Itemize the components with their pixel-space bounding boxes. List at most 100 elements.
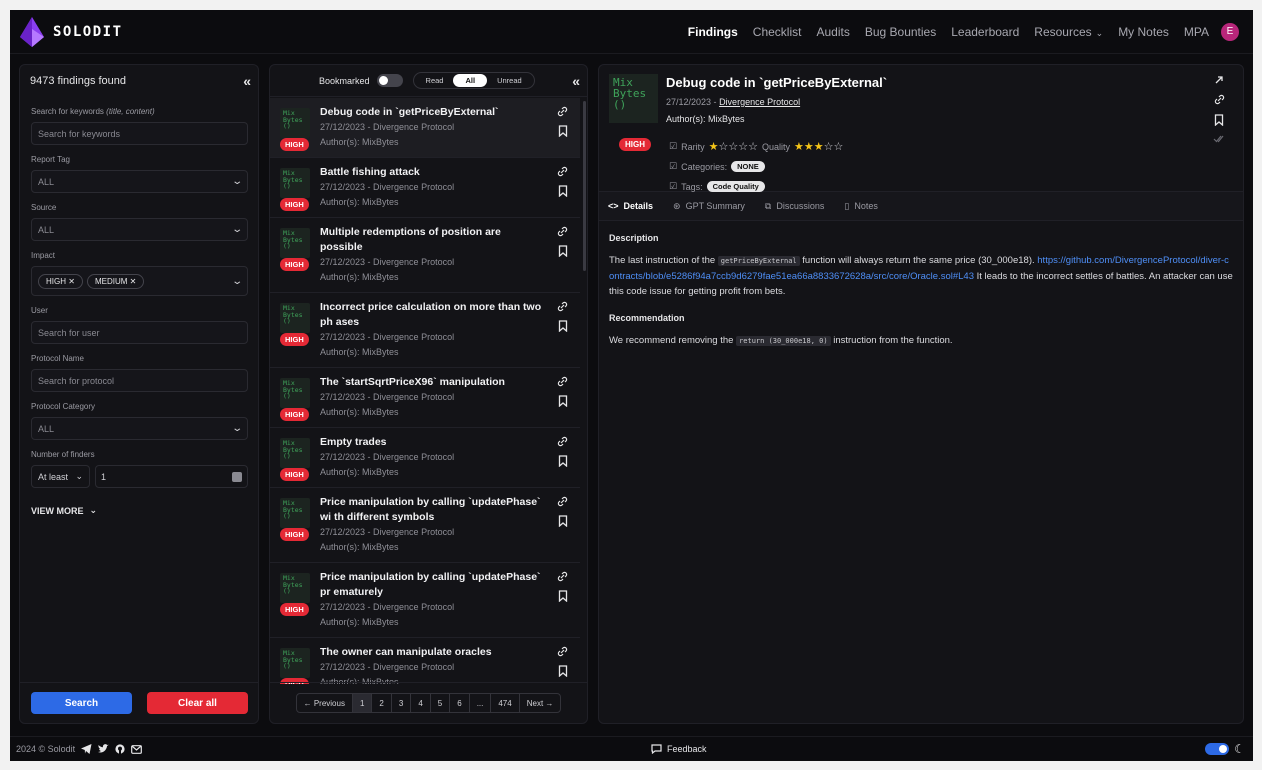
view-more-button[interactable]: VIEW MORE ⌄ (20, 505, 258, 516)
source-select[interactable]: ALL ⌄ (31, 218, 248, 241)
bookmark-icon[interactable] (558, 395, 568, 407)
finding-date: 27/12/2023 - Divergence Protocol (320, 122, 455, 132)
link-icon[interactable] (557, 106, 568, 117)
bookmark-icon[interactable] (558, 245, 568, 257)
finding-author: Author(s): MixBytes (320, 347, 399, 357)
link-icon[interactable] (557, 166, 568, 177)
bookmark-icon[interactable] (558, 515, 568, 527)
edit-icon[interactable]: ☑ (669, 141, 677, 152)
bookmark-icon[interactable] (558, 590, 568, 602)
tags-label: Tags: (681, 181, 703, 192)
user-input[interactable]: Search for user (31, 321, 248, 344)
finders-input[interactable]: 1 (95, 465, 248, 488)
page-5-button[interactable]: 5 (431, 694, 451, 712)
nav-mpa[interactable]: MPA (1184, 25, 1209, 39)
tab-gpt-summary[interactable]: ⊛ GPT Summary (673, 201, 745, 212)
finders-mode-select[interactable]: At least ⌄ (31, 465, 90, 488)
link-icon[interactable] (557, 376, 568, 387)
notes-icon: ▯ (844, 200, 850, 211)
stepper-icon[interactable] (232, 471, 242, 482)
bookmarked-toggle[interactable] (376, 74, 403, 87)
nav-leaderboard[interactable]: Leaderboard (951, 25, 1019, 39)
mail-icon[interactable] (131, 744, 143, 754)
nav-resources[interactable]: Resources ⌄ (1034, 25, 1103, 39)
description-pre: The last instruction of the (609, 255, 716, 266)
page-474-button[interactable]: 474 (491, 694, 520, 712)
bookmark-icon[interactable] (558, 125, 568, 137)
page-4-button[interactable]: 4 (411, 694, 431, 712)
github-icon[interactable] (115, 744, 125, 754)
edit-icon[interactable]: ☑ (669, 181, 677, 192)
collapse-left-icon[interactable]: « (243, 73, 251, 89)
bookmark-icon[interactable] (1214, 114, 1224, 126)
telegram-icon[interactable] (81, 744, 92, 754)
collapse-list-icon[interactable]: « (572, 73, 580, 89)
list-scrollbar[interactable] (583, 101, 586, 271)
read-filter-unread[interactable]: Unread (487, 74, 532, 87)
external-link-icon[interactable] (1214, 75, 1224, 85)
list-item[interactable]: Mix Bytes () Debug code in `getPriceByExt… (270, 98, 580, 158)
impact-chip-high[interactable]: HIGH ✕ (38, 273, 83, 289)
list-item[interactable]: Mix Bytes () Multiple redemptions of posi… (270, 218, 580, 293)
tab-details[interactable]: <> Details (608, 201, 653, 211)
nav-findings[interactable]: Findings (688, 25, 738, 39)
edit-icon[interactable]: ☑ (669, 161, 677, 172)
read-filter-read[interactable]: Read (416, 74, 454, 87)
link-icon[interactable] (1214, 94, 1225, 105)
avatar[interactable]: E (1221, 22, 1239, 41)
page-ellipsis-button[interactable]: ... (470, 694, 492, 712)
source-value: ALL (38, 224, 55, 235)
page-6-button[interactable]: 6 (450, 694, 470, 712)
rarity-stars[interactable]: ★☆☆☆☆ (709, 140, 758, 153)
protocol-link[interactable]: Divergence Protocol (719, 97, 800, 107)
impact-chip-medium[interactable]: MEDIUM ✕ (86, 273, 145, 289)
nav-checklist[interactable]: Checklist (753, 25, 802, 39)
link-icon[interactable] (557, 436, 568, 447)
link-icon[interactable] (557, 571, 568, 582)
bookmark-icon[interactable] (558, 320, 568, 332)
double-check-icon[interactable] (1213, 135, 1225, 143)
twitter-icon[interactable] (98, 744, 109, 754)
logo[interactable]: SOLODIT (19, 16, 123, 47)
search-button[interactable]: Search (31, 692, 132, 714)
nav-bug-bounties[interactable]: Bug Bounties (865, 25, 936, 39)
list-item[interactable]: Mix Bytes () The owner can manipulate ora… (270, 638, 580, 684)
theme-switch: ☾ (1205, 742, 1245, 756)
report-tag-select[interactable]: ALL ⌄ (31, 170, 248, 193)
bookmark-icon[interactable] (558, 455, 568, 467)
clear-all-button[interactable]: Clear all (147, 692, 248, 714)
next-page-button[interactable]: Next → (520, 694, 561, 712)
list-item[interactable]: Mix Bytes () Price manipulation by callin… (270, 488, 580, 563)
link-icon[interactable] (557, 646, 568, 657)
feedback-button[interactable]: Feedback (651, 744, 707, 754)
quality-stars[interactable]: ★★★☆☆ (794, 140, 843, 153)
findings-count: 9473 findings found (30, 75, 127, 87)
detail-date-text: 27/12/2023 - (666, 97, 717, 107)
link-icon[interactable] (557, 226, 568, 237)
page-2-button[interactable]: 2 (372, 694, 392, 712)
category-select[interactable]: ALL ⌄ (31, 417, 248, 440)
finding-date: 27/12/2023 - Divergence Protocol (320, 452, 455, 462)
keywords-input[interactable]: Search for keywords (31, 122, 248, 145)
detail-body: Description The last instruction of the … (599, 233, 1243, 349)
protocol-input[interactable]: Search for protocol (31, 369, 248, 392)
bookmark-icon[interactable] (558, 185, 568, 197)
impact-select[interactable]: HIGH ✕ MEDIUM ✕ ⌄ (31, 266, 248, 296)
link-icon[interactable] (557, 496, 568, 507)
list-item[interactable]: Mix Bytes () Empty trades 27/12/2023 - Div… (270, 428, 580, 488)
list-item[interactable]: Mix Bytes () Incorrect price calculation … (270, 293, 580, 368)
list-item[interactable]: Mix Bytes () Battle fishing attack 27/12/2… (270, 158, 580, 218)
list-item[interactable]: Mix Bytes () The `startSqrtPriceX96` mani… (270, 368, 580, 428)
page-1-button[interactable]: 1 (352, 694, 373, 712)
link-icon[interactable] (557, 301, 568, 312)
nav-my-notes[interactable]: My Notes (1118, 25, 1169, 39)
list-item[interactable]: Mix Bytes () Price manipulation by callin… (270, 563, 580, 638)
previous-page-button[interactable]: ← Previous (297, 694, 353, 712)
nav-audits[interactable]: Audits (816, 25, 849, 39)
tab-discussions[interactable]: ⧉ Discussions (765, 201, 824, 212)
bookmark-icon[interactable] (558, 665, 568, 677)
page-3-button[interactable]: 3 (392, 694, 412, 712)
read-filter-all[interactable]: All (453, 74, 488, 87)
tab-notes[interactable]: ▯ Notes (844, 201, 877, 212)
theme-toggle[interactable] (1205, 743, 1230, 755)
